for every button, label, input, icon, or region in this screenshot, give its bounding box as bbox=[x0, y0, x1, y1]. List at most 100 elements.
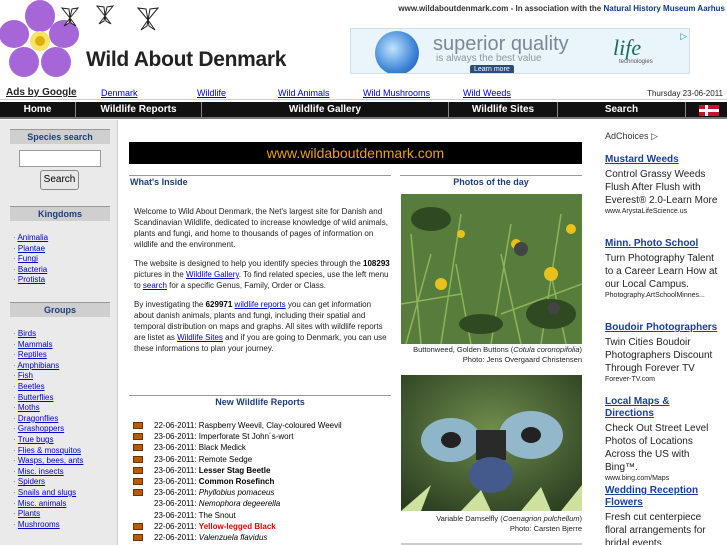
adchoices-label[interactable]: AdChoices ▷ bbox=[605, 131, 658, 142]
report-photo-icon[interactable] bbox=[133, 533, 143, 541]
list-item[interactable]: · Animalia bbox=[13, 233, 48, 244]
list-item[interactable]: · Fungi bbox=[13, 254, 48, 265]
list-item[interactable]: · Flies & mosquitos bbox=[13, 446, 83, 457]
group-link[interactable]: Spiders bbox=[18, 477, 45, 486]
list-item[interactable]: · Beetles bbox=[13, 382, 83, 393]
report-species[interactable]: Yellow-legged Black bbox=[199, 522, 276, 531]
group-link[interactable]: Amphibians bbox=[17, 361, 59, 370]
ad-local-maps[interactable]: Local Maps & Directions Check Out Street… bbox=[605, 396, 720, 482]
ad-info-icon[interactable]: ▷ bbox=[680, 31, 687, 42]
report-photo-icon[interactable] bbox=[133, 444, 143, 452]
ad-title[interactable]: Local Maps & Directions bbox=[605, 396, 720, 420]
report-text[interactable]: 23-06-2011: Lesser Stag Beetle bbox=[154, 465, 270, 476]
ads-by-google-label[interactable]: Ads by Google bbox=[6, 87, 77, 98]
list-item[interactable]: · Reptiles bbox=[13, 350, 83, 361]
kingdom-link[interactable]: Plantae bbox=[18, 244, 45, 253]
kingdom-link[interactable]: Fungi bbox=[18, 254, 38, 263]
report-text[interactable]: 23-06-2011: The Snout bbox=[154, 510, 236, 521]
group-link[interactable]: Butterflies bbox=[18, 393, 54, 402]
partner-link[interactable]: Natural History Museum Aarhus bbox=[603, 4, 725, 13]
report-species[interactable]: Lesser Stag Beetle bbox=[199, 466, 271, 475]
photo-buttonweed[interactable] bbox=[401, 194, 582, 344]
report-text[interactable]: 23-06-2011: Phyllobius pomaceus bbox=[154, 487, 274, 498]
species-search-input[interactable] bbox=[19, 150, 101, 167]
banner-ad[interactable]: superior quality is always the best valu… bbox=[350, 28, 690, 74]
report-species[interactable]: Imperforate St John´s-wort bbox=[199, 432, 294, 441]
wildlife-gallery-link[interactable]: Wildlife Gallery bbox=[186, 270, 239, 279]
ad-wedding-flowers[interactable]: Wedding Reception Flowers Fresh cut cent… bbox=[605, 485, 720, 545]
ad-link-wild-animals[interactable]: Wild Animals bbox=[278, 88, 330, 98]
list-item[interactable]: · Birds bbox=[13, 329, 83, 340]
danish-flag-icon[interactable] bbox=[699, 105, 719, 116]
wildlife-reports-link[interactable]: wildlife reports bbox=[235, 300, 286, 309]
list-item[interactable]: · Amphibians bbox=[13, 361, 83, 372]
group-link[interactable]: Mammals bbox=[18, 340, 53, 349]
report-text[interactable]: 23-06-2011: Remote Sedge bbox=[154, 454, 252, 465]
list-item[interactable]: · Bacteria bbox=[13, 265, 48, 276]
group-link[interactable]: Birds bbox=[18, 329, 36, 338]
search-link[interactable]: search bbox=[143, 281, 167, 290]
list-item[interactable]: · Moths bbox=[13, 403, 83, 414]
search-button[interactable]: Search bbox=[40, 170, 79, 190]
report-row[interactable]: 23-06-2011: Common Rosefinch bbox=[132, 476, 390, 487]
report-species[interactable]: Remote Sedge bbox=[199, 455, 252, 464]
list-item[interactable]: · Mushrooms bbox=[13, 520, 83, 531]
group-link[interactable]: Reptiles bbox=[18, 350, 47, 359]
group-link[interactable]: Dragonflies bbox=[18, 414, 58, 423]
report-species[interactable]: Common Rosefinch bbox=[199, 477, 275, 486]
nav-home[interactable]: Home bbox=[0, 102, 76, 117]
report-photo-icon[interactable] bbox=[133, 489, 143, 497]
group-link[interactable]: Snails and slugs bbox=[18, 488, 76, 497]
nav-wildlife-gallery[interactable]: Wildlife Gallery bbox=[202, 102, 449, 117]
group-link[interactable]: Beetles bbox=[18, 382, 45, 391]
list-item[interactable]: · True bugs bbox=[13, 435, 83, 446]
list-item[interactable]: · Misc. animals bbox=[13, 499, 83, 510]
report-text[interactable]: 23-06-2011: Black Medick bbox=[154, 442, 246, 453]
list-item[interactable]: · Misc. insects bbox=[13, 467, 83, 478]
nav-wildlife-sites[interactable]: Wildlife Sites bbox=[449, 102, 558, 117]
wildlife-sites-link[interactable]: Wildlife Sites bbox=[177, 333, 223, 342]
banner-learn-more-button[interactable]: Learn more bbox=[470, 65, 514, 73]
list-item[interactable]: · Snails and slugs bbox=[13, 488, 83, 499]
report-text[interactable]: 23-06-2011: Imperforate St John´s-wort bbox=[154, 431, 294, 442]
ad-title[interactable]: Minn. Photo School bbox=[605, 238, 720, 250]
report-text[interactable]: 22-06-2011: Yellow-legged Black bbox=[154, 521, 276, 532]
nav-wildlife-reports[interactable]: Wildlife Reports bbox=[76, 102, 202, 117]
report-species[interactable]: Black Medick bbox=[199, 443, 246, 452]
list-item[interactable]: · Fish bbox=[13, 371, 83, 382]
report-text[interactable]: 23-06-2011: Common Rosefinch bbox=[154, 476, 274, 487]
report-row[interactable]: 23-06-2011: Remote Sedge bbox=[132, 454, 390, 465]
report-row[interactable]: 22-06-2011: Yellow-legged Black bbox=[132, 521, 390, 532]
ad-link-wild-mushrooms[interactable]: Wild Mushrooms bbox=[363, 88, 430, 98]
ad-title[interactable]: Wedding Reception Flowers bbox=[605, 485, 720, 509]
kingdom-link[interactable]: Protista bbox=[18, 275, 45, 284]
list-item[interactable]: · Mammals bbox=[13, 340, 83, 351]
report-species[interactable]: Raspberry Weevil, Clay-coloured Weevil bbox=[199, 421, 342, 430]
group-link[interactable]: Flies & mosquitos bbox=[18, 446, 81, 455]
report-species[interactable]: Valenzuela flavidus bbox=[199, 533, 268, 542]
group-link[interactable]: Fish bbox=[18, 371, 33, 380]
report-row[interactable]: 22-06-2011: Valenzuela flavidus bbox=[132, 532, 390, 543]
report-row[interactable]: 23-06-2011: Phyllobius pomaceus bbox=[132, 487, 390, 498]
report-row[interactable]: 23-06-2011: Nemophora degeerella bbox=[132, 498, 390, 509]
report-text[interactable]: 22-06-2011: Valenzuela flavidus bbox=[154, 532, 267, 543]
report-photo-icon[interactable] bbox=[133, 522, 143, 530]
list-item[interactable]: · Plantae bbox=[13, 244, 48, 255]
report-row[interactable]: 22-06-2011: Raspberry Weevil, Clay-colou… bbox=[132, 420, 390, 431]
list-item[interactable]: · Spiders bbox=[13, 477, 83, 488]
kingdom-link[interactable]: Animalia bbox=[17, 233, 48, 242]
group-link[interactable]: Wasps, bees, ants bbox=[18, 456, 84, 465]
report-photo-icon[interactable] bbox=[133, 466, 143, 474]
group-link[interactable]: Misc. animals bbox=[18, 499, 66, 508]
report-text[interactable]: 23-06-2011: Nemophora degeerella bbox=[154, 498, 280, 509]
report-photo-icon[interactable] bbox=[133, 455, 143, 463]
ad-link-wild-weeds[interactable]: Wild Weeds bbox=[463, 88, 511, 98]
report-photo-icon[interactable] bbox=[133, 433, 143, 441]
group-link[interactable]: Moths bbox=[18, 403, 40, 412]
ad-link-wildlife[interactable]: Wildlife bbox=[197, 88, 226, 98]
list-item[interactable]: · Grashoppers bbox=[13, 424, 83, 435]
report-photo-icon[interactable] bbox=[133, 477, 143, 485]
group-link[interactable]: Plants bbox=[18, 509, 40, 518]
ad-mustard-weeds[interactable]: Mustard Weeds Control Grassy Weeds Flush… bbox=[605, 154, 720, 216]
ad-link-denmark[interactable]: Denmark bbox=[101, 88, 138, 98]
